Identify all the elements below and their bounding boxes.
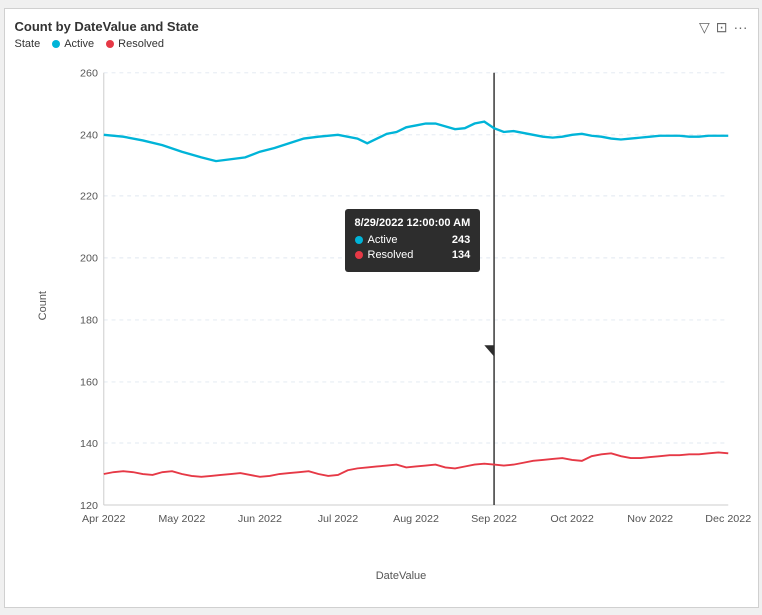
svg-text:Oct 2022: Oct 2022 [550,513,594,525]
svg-text:140: 140 [80,437,98,449]
resolved-line [103,452,727,476]
chart-container: Count by DateValue and State State Activ… [4,8,759,608]
legend-active-label: Active [64,38,94,50]
filter-icon[interactable]: ▽ [699,19,710,36]
svg-text:Nov 2022: Nov 2022 [627,513,673,525]
chart-svg: .grid-line { stroke: #e0e8f0; stroke-wid… [55,54,738,552]
svg-text:Aug 2022: Aug 2022 [393,513,439,525]
more-icon[interactable]: ··· [734,19,748,35]
svg-text:May 2022: May 2022 [158,513,205,525]
svg-text:160: 160 [80,376,98,388]
svg-text:240: 240 [80,129,98,141]
chart-area: Count .grid-line { stroke: #e0e8f0; stro… [15,54,748,582]
legend-resolved-label: Resolved [118,38,164,50]
legend-active: Active [52,38,94,50]
svg-text:180: 180 [80,314,98,326]
legend-state-label: State [15,38,41,50]
toolbar: ▽ ⊡ ··· [699,19,748,36]
svg-text:Jul 2022: Jul 2022 [317,513,358,525]
svg-text:Dec 2022: Dec 2022 [705,513,751,525]
x-axis-label: DateValue [376,570,427,582]
active-line [103,121,727,160]
svg-text:Apr 2022: Apr 2022 [82,513,126,525]
chart-title: Count by DateValue and State [15,19,748,34]
legend-resolved: Resolved [106,38,164,50]
svg-text:Sep 2022: Sep 2022 [471,513,517,525]
legend-resolved-dot [106,40,114,48]
svg-text:220: 220 [80,190,98,202]
svg-text:260: 260 [80,67,98,79]
legend-active-dot [52,40,60,48]
svg-text:120: 120 [80,499,98,511]
y-axis-label: Count [37,291,49,320]
svg-text:200: 200 [80,252,98,264]
svg-text:Jun 2022: Jun 2022 [237,513,281,525]
expand-icon[interactable]: ⊡ [716,19,728,36]
chart-legend: State Active Resolved [15,38,748,50]
